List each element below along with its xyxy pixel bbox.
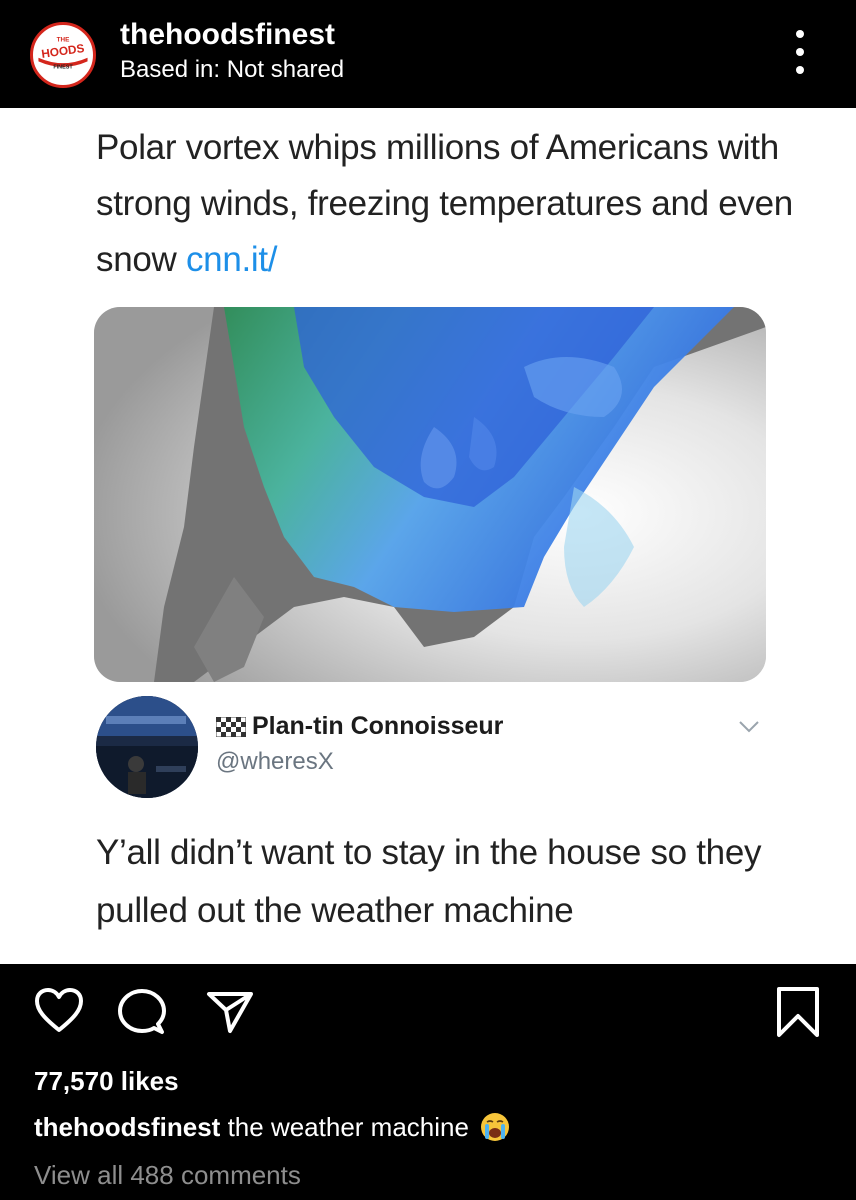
post-username[interactable]: thehoodsfinest	[120, 18, 335, 52]
tweet-author-name-row: Plan-tin Connoisseur	[216, 712, 503, 741]
heart-icon[interactable]	[34, 988, 84, 1034]
svg-text:FINEST: FINEST	[53, 65, 73, 71]
post-caption: thehoodsfinest the weather machine	[34, 1112, 510, 1143]
hoods-finest-logo: THE HOODS FINEST	[35, 27, 91, 83]
checkered-flag-icon	[216, 716, 246, 737]
post-actions-area: 77,570 likes thehoodsfinest the weather …	[0, 964, 856, 1200]
post-header: THE HOODS FINEST thehoodsfinest Based in…	[0, 0, 856, 108]
comment-icon[interactable]	[118, 988, 166, 1036]
tweet-author-name: Plan-tin Connoisseur	[252, 712, 504, 740]
likes-count[interactable]: 77,570 likes	[34, 1066, 179, 1097]
caption-username[interactable]: thehoodsfinest	[34, 1112, 220, 1142]
loudly-crying-face-icon	[481, 1113, 510, 1141]
tweet-text: Y’all didn’t want to stay in the house s…	[96, 833, 762, 930]
tweet-author-handle: @wheresX	[216, 748, 334, 775]
view-all-comments-link[interactable]: View all 488 comments	[34, 1160, 301, 1191]
more-options-icon[interactable]	[788, 30, 812, 74]
weather-map-image	[94, 307, 766, 682]
tweet-author-avatar	[96, 696, 198, 798]
bookmark-icon[interactable]	[776, 986, 820, 1038]
chevron-down-icon	[739, 721, 759, 733]
tweet-headline: Polar vortex whips millions of Americans…	[96, 120, 796, 288]
headline-link: cnn.it/	[185, 240, 278, 279]
svg-text:THE: THE	[57, 36, 70, 43]
share-icon[interactable]	[206, 990, 254, 1034]
post-location[interactable]: Based in: Not shared	[120, 56, 344, 84]
post-image: Polar vortex whips millions of Americans…	[0, 108, 856, 964]
caption-text: the weather machine	[227, 1112, 469, 1142]
profile-avatar[interactable]: THE HOODS FINEST	[30, 22, 96, 88]
